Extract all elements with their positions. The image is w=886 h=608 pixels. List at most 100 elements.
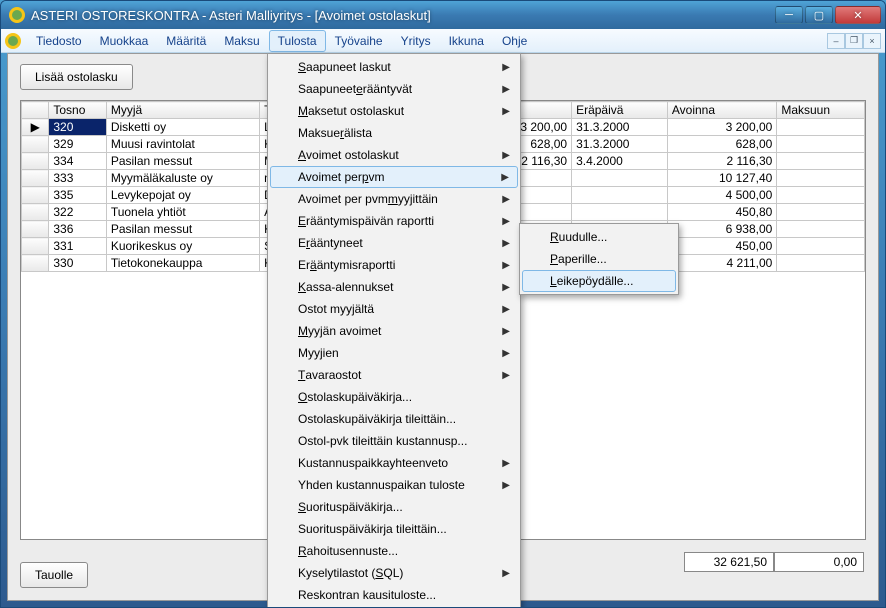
row-selector[interactable] bbox=[22, 136, 49, 153]
submenu-item[interactable]: Leikepöydälle... bbox=[522, 270, 676, 292]
menu-item[interactable]: Myyjien▶ bbox=[270, 342, 518, 364]
cell-era[interactable] bbox=[572, 204, 668, 221]
menu-item[interactable]: Myyjän avoimet▶ bbox=[270, 320, 518, 342]
menu-maksu[interactable]: Maksu bbox=[215, 30, 268, 52]
row-selector[interactable] bbox=[22, 255, 49, 272]
cell-mak[interactable] bbox=[777, 238, 865, 255]
menu-item[interactable]: Suorituspäiväkirja... bbox=[270, 496, 518, 518]
menu-ikkuna[interactable]: Ikkuna bbox=[440, 30, 493, 52]
cell-tosno[interactable]: 333 bbox=[49, 170, 106, 187]
cell-myyja[interactable]: Levykepojat oy bbox=[106, 187, 259, 204]
cell-avo[interactable]: 2 116,30 bbox=[667, 153, 776, 170]
cell-avo[interactable]: 6 938,00 bbox=[667, 221, 776, 238]
menu-item[interactable]: Erääntymisraportti▶ bbox=[270, 254, 518, 276]
menu-item[interactable]: Ostol-pvk tileittäin kustannusp... bbox=[270, 430, 518, 452]
col-header[interactable]: Maksuun bbox=[777, 102, 865, 119]
menu-item[interactable]: Avoimet per pvm myyjittäin▶ bbox=[270, 188, 518, 210]
menu-item[interactable]: Erääntymispäivän raportti▶ bbox=[270, 210, 518, 232]
menu-item[interactable]: Maksetut ostolaskut▶ bbox=[270, 100, 518, 122]
titlebar[interactable]: ASTERI OSTORESKONTRA - Asteri Malliyrity… bbox=[1, 1, 885, 29]
row-selector[interactable] bbox=[22, 238, 49, 255]
col-header[interactable]: Myyjä bbox=[106, 102, 259, 119]
menu-item[interactable]: Maksuerälista bbox=[270, 122, 518, 144]
menu-muokkaa[interactable]: Muokkaa bbox=[91, 30, 158, 52]
menu-ohje[interactable]: Ohje bbox=[493, 30, 536, 52]
app-menu-icon[interactable] bbox=[5, 33, 21, 49]
menu-item[interactable]: Ostolaskupäiväkirja tileittäin... bbox=[270, 408, 518, 430]
mdi-close-button[interactable]: × bbox=[863, 33, 881, 49]
cell-mak[interactable] bbox=[777, 187, 865, 204]
cell-myyja[interactable]: Muusi ravintolat bbox=[106, 136, 259, 153]
cell-era[interactable] bbox=[572, 187, 668, 204]
menu-yritys[interactable]: Yritys bbox=[392, 30, 440, 52]
row-selector[interactable] bbox=[22, 170, 49, 187]
menu-tulosta[interactable]: Tulosta bbox=[269, 30, 326, 52]
cell-avo[interactable]: 10 127,40 bbox=[667, 170, 776, 187]
cell-myyja[interactable]: Tietokonekauppa bbox=[106, 255, 259, 272]
minimize-button[interactable]: ─ bbox=[775, 6, 803, 24]
cell-avo[interactable]: 628,00 bbox=[667, 136, 776, 153]
cell-mak[interactable] bbox=[777, 204, 865, 221]
add-invoice-button[interactable]: Lisää ostolasku bbox=[20, 64, 133, 90]
cell-mak[interactable] bbox=[777, 153, 865, 170]
submenu-item[interactable]: Ruudulle... bbox=[522, 226, 676, 248]
menu-item[interactable]: Erääntyneet▶ bbox=[270, 232, 518, 254]
menu-item[interactable]: Suorituspäiväkirja tileittäin... bbox=[270, 518, 518, 540]
submenu-item[interactable]: Paperille... bbox=[522, 248, 676, 270]
row-selector[interactable] bbox=[22, 153, 49, 170]
cell-tosno[interactable]: 331 bbox=[49, 238, 106, 255]
cell-tosno[interactable]: 334 bbox=[49, 153, 106, 170]
cell-mak[interactable] bbox=[777, 136, 865, 153]
menu-item[interactable]: Yhden kustannuspaikan tuloste▶ bbox=[270, 474, 518, 496]
maximize-button[interactable]: ▢ bbox=[805, 6, 833, 24]
cell-tosno[interactable]: 335 bbox=[49, 187, 106, 204]
cell-avo[interactable]: 450,00 bbox=[667, 238, 776, 255]
cell-avo[interactable]: 450,80 bbox=[667, 204, 776, 221]
tauolle-button[interactable]: Tauolle bbox=[20, 562, 88, 588]
col-header[interactable] bbox=[22, 102, 49, 119]
menu-item[interactable]: Saapuneet erääntyvät▶ bbox=[270, 78, 518, 100]
mdi-restore-button[interactable]: ❐ bbox=[845, 33, 863, 49]
cell-mak[interactable] bbox=[777, 255, 865, 272]
menu-tiedosto[interactable]: Tiedosto bbox=[27, 30, 91, 52]
menu-item[interactable]: Saapuneet laskut▶ bbox=[270, 56, 518, 78]
menu-item[interactable]: Rahoitusennuste... bbox=[270, 540, 518, 562]
col-header[interactable]: Avoinna bbox=[667, 102, 776, 119]
avoimet-per-pvm-submenu[interactable]: Ruudulle...Paperille...Leikepöydälle... bbox=[519, 223, 679, 295]
cell-tosno[interactable]: 320 bbox=[49, 119, 106, 136]
col-header[interactable]: Eräpäivä bbox=[572, 102, 668, 119]
cell-era[interactable]: 31.3.2000 bbox=[572, 136, 668, 153]
menu-item[interactable]: Ostolaskupäiväkirja... bbox=[270, 386, 518, 408]
cell-era[interactable]: 3.4.2000 bbox=[572, 153, 668, 170]
menu-item[interactable]: Kyselytilastot (SQL)▶ bbox=[270, 562, 518, 584]
cell-myyja[interactable]: Myymäläkaluste oy bbox=[106, 170, 259, 187]
menu-item[interactable]: Kustannuspaikkayhteenveto▶ bbox=[270, 452, 518, 474]
cell-avo[interactable]: 3 200,00 bbox=[667, 119, 776, 136]
cell-avo[interactable]: 4 211,00 bbox=[667, 255, 776, 272]
cell-myyja[interactable]: Tuonela yhtiöt bbox=[106, 204, 259, 221]
close-button[interactable]: ✕ bbox=[835, 6, 881, 24]
col-header[interactable]: Tosno bbox=[49, 102, 106, 119]
row-selector[interactable] bbox=[22, 204, 49, 221]
cell-mak[interactable] bbox=[777, 119, 865, 136]
menu-item[interactable]: Tavaraostot▶ bbox=[270, 364, 518, 386]
cell-mak[interactable] bbox=[777, 170, 865, 187]
cell-tosno[interactable]: 330 bbox=[49, 255, 106, 272]
cell-era[interactable]: 31.3.2000 bbox=[572, 119, 668, 136]
cell-avo[interactable]: 4 500,00 bbox=[667, 187, 776, 204]
tulosta-menu[interactable]: Saapuneet laskut▶Saapuneet erääntyvät▶Ma… bbox=[267, 53, 521, 608]
cell-myyja[interactable]: Kuorikeskus oy bbox=[106, 238, 259, 255]
cell-myyja[interactable]: Disketti oy bbox=[106, 119, 259, 136]
row-selector[interactable] bbox=[22, 187, 49, 204]
cell-mak[interactable] bbox=[777, 221, 865, 238]
menu-item[interactable]: Kassa-alennukset▶ bbox=[270, 276, 518, 298]
mdi-minimize-button[interactable]: – bbox=[827, 33, 845, 49]
menu-työvaihe[interactable]: Työvaihe bbox=[326, 30, 392, 52]
cell-myyja[interactable]: Pasilan messut bbox=[106, 153, 259, 170]
menu-item[interactable]: Avoimet ostolaskut▶ bbox=[270, 144, 518, 166]
menu-item[interactable]: Avoimet per pvm▶ bbox=[270, 166, 518, 188]
cell-myyja[interactable]: Pasilan messut bbox=[106, 221, 259, 238]
menu-item[interactable]: Ostot myyjältä▶ bbox=[270, 298, 518, 320]
row-selector[interactable] bbox=[22, 221, 49, 238]
cell-tosno[interactable]: 322 bbox=[49, 204, 106, 221]
